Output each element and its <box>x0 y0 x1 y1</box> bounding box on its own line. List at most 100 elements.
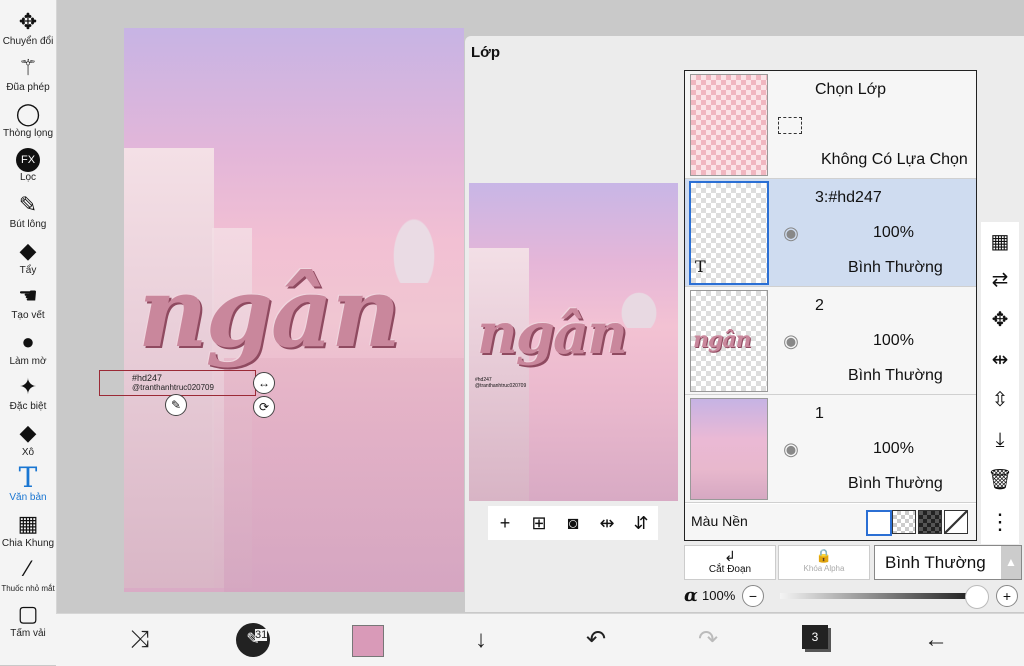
opacity-decrease-button[interactable]: − <box>742 585 764 607</box>
add-layer-square-icon[interactable]: ⊞ <box>522 506 556 540</box>
preview-text-line2: @tranthanhtruc020709 <box>475 383 527 389</box>
eye-visible-icon[interactable]: ◉ <box>777 224 805 242</box>
quick-transform-icon[interactable]: ⤨ <box>120 622 160 658</box>
chevron-up-icon: ▲ <box>1001 546 1021 579</box>
brush-size-button[interactable]: ✎ 31 <box>236 623 270 657</box>
add-layer-icon[interactable]: + <box>488 506 522 540</box>
tool-eraser[interactable]: ◆ Tẩy <box>0 235 56 281</box>
eyedropper-icon: ⁄ <box>26 556 30 581</box>
tool-transform[interactable]: ✥ Chuyển đổi <box>0 6 56 52</box>
current-color-swatch[interactable] <box>352 625 384 657</box>
layer-opacity: 100% <box>873 440 914 457</box>
preview-toolbar: + ⊞ ◙ ⇹ ⇵ <box>488 506 658 540</box>
tool-label: Đũa phép <box>6 82 50 93</box>
special-sparkle-icon: ✦ <box>18 374 38 399</box>
alpha-lock-button[interactable]: 🔒 Khóa Alpha <box>778 545 870 580</box>
select-layer-row[interactable]: Chọn Lớp Không Có Lựa Chọn <box>685 71 976 179</box>
tool-bucket[interactable]: ◆ Xô <box>0 417 56 463</box>
layers-count-button[interactable]: 3 <box>802 625 828 649</box>
alpha-symbol: α <box>684 585 698 606</box>
layer-3-thumbnail: T <box>689 181 769 285</box>
canvas-word-ngan: ngân <box>138 256 401 369</box>
layer-transfer-icon[interactable]: ⇄ <box>981 262 1019 298</box>
layer-row-1[interactable]: ◉ 1 100% Bình Thường <box>685 395 976 503</box>
move-icon: ✥ <box>18 9 38 34</box>
background-color-row: Màu Nền <box>685 504 976 540</box>
bucket-icon: ◆ <box>19 420 37 445</box>
edit-pen-icon[interactable]: ✎ <box>165 394 187 416</box>
layer-name: 2 <box>815 297 824 314</box>
tool-eyedropper[interactable]: ⁄ Thuốc nhỏ mắt <box>0 553 56 599</box>
layer-list: Chọn Lớp Không Có Lựa Chọn T ◉ 3:#hd247 … <box>684 70 977 541</box>
smudge-icon: ☚ <box>18 283 38 308</box>
blend-mode-select[interactable]: Bình Thường ▲ <box>874 545 1022 580</box>
opacity-value: 100% <box>702 588 736 603</box>
magic-wand-icon: ⚚ <box>18 55 38 80</box>
flip-horizontal-icon[interactable]: ⇹ <box>590 506 624 540</box>
bg-none-swatch[interactable] <box>944 510 968 534</box>
layer-row-2[interactable]: ngân ◉ 2 100% Bình Thường <box>685 287 976 395</box>
flip-rotate-icon[interactable]: ⇵ <box>624 506 658 540</box>
filter-fx-icon: FX <box>16 148 40 172</box>
tool-filter[interactable]: FX Lọc <box>0 144 56 190</box>
layer-row-3[interactable]: T ◉ 3:#hd247 100% Bình Thường <box>685 179 976 287</box>
move-layer-icon[interactable]: ✥ <box>981 302 1019 338</box>
flip-vertical-icon[interactable]: ⇳ <box>981 382 1019 418</box>
canvas-icon: ▢ <box>17 601 39 626</box>
bg-white-swatch[interactable] <box>866 510 892 536</box>
opacity-slider-knob[interactable] <box>965 585 989 609</box>
opacity-increase-button[interactable]: + <box>996 585 1018 607</box>
tool-canvas[interactable]: ▢ Tấm vải <box>0 598 56 644</box>
tool-label: Lọc <box>19 172 37 183</box>
tool-frame-divider[interactable]: ▦ Chia Khung <box>0 508 56 554</box>
rotate-handle-icon[interactable]: ⟳ <box>253 396 275 418</box>
undo-icon[interactable]: ↶ <box>576 622 616 658</box>
bg-dark-checker-swatch[interactable] <box>918 510 942 534</box>
lock-icon: 🔒 <box>815 548 833 563</box>
opacity-slider[interactable] <box>780 593 984 599</box>
clip-arrow-icon: ↲ <box>724 548 736 564</box>
selection-status: Không Có Lựa Chọn <box>821 151 968 168</box>
opacity-control: α 100% − + <box>684 584 1020 609</box>
eye-visible-icon[interactable]: ◉ <box>777 440 805 458</box>
clipping-button[interactable]: ↲ Cắt Đoạn <box>684 545 776 580</box>
tool-brush[interactable]: ✎ Bút lông <box>0 189 56 235</box>
selection-thumbnail <box>690 74 768 176</box>
blur-drop-icon: ● <box>21 329 35 354</box>
checker-icon[interactable]: ▦ <box>981 224 1019 260</box>
tool-label: Chia Khung <box>1 538 55 549</box>
drawing-canvas[interactable]: ngân <box>124 28 464 592</box>
camera-icon[interactable]: ◙ <box>556 506 590 540</box>
bg-checker-swatch[interactable] <box>892 510 916 534</box>
layer-name: 1 <box>815 405 824 422</box>
canvas-text-line2: @tranthanhtruc020709 <box>132 383 214 392</box>
layer-opacity: 100% <box>873 332 914 349</box>
tool-label: Xô <box>21 447 35 458</box>
more-vertical-icon[interactable]: ⋮ <box>981 504 1019 540</box>
tool-magic-wand[interactable]: ⚚ Đũa phép <box>0 52 56 98</box>
tool-special[interactable]: ✦ Đặc biệt <box>0 371 56 417</box>
text-icon: T <box>18 461 38 494</box>
redo-icon[interactable]: ↷ <box>688 622 728 658</box>
back-arrow-icon[interactable]: ← <box>916 622 956 658</box>
brush-size-value: 31 <box>255 629 268 641</box>
tool-bar: ✥ Chuyển đổi ⚚ Đũa phép ◯ Thòng lọng FX Lọc … <box>0 0 57 665</box>
tool-label: Chuyển đổi <box>2 36 54 47</box>
tool-label: Tạo vết <box>11 310 45 321</box>
eye-visible-icon[interactable]: ◉ <box>777 332 805 350</box>
tool-smudge[interactable]: ☚ Tạo vết <box>0 280 56 326</box>
tool-lasso[interactable]: ◯ Thòng lọng <box>0 98 56 144</box>
blend-mode-value: Bình Thường <box>885 553 986 572</box>
merge-down-icon[interactable]: ⤓ <box>981 422 1019 458</box>
tool-blur[interactable]: ● Làm mờ <box>0 326 56 372</box>
bottom-toolbar: ⤨ ✎ 31 ↓ ↶ ↷ 3 ← <box>56 613 1024 666</box>
resize-handle-icon[interactable]: ↔ <box>253 372 275 394</box>
panel-title: Lớp <box>471 44 500 61</box>
alpha-lock-label: Khóa Alpha <box>803 564 845 573</box>
flip-horizontal-icon[interactable]: ⇹ <box>981 342 1019 378</box>
layer-blend-mode: Bình Thường <box>848 259 943 276</box>
arrow-down-icon[interactable]: ↓ <box>461 622 501 658</box>
trash-icon[interactable]: 🗑 <box>981 462 1019 498</box>
tool-label: Đặc biệt <box>9 401 47 412</box>
tool-text[interactable]: T Văn bản <box>0 462 56 508</box>
